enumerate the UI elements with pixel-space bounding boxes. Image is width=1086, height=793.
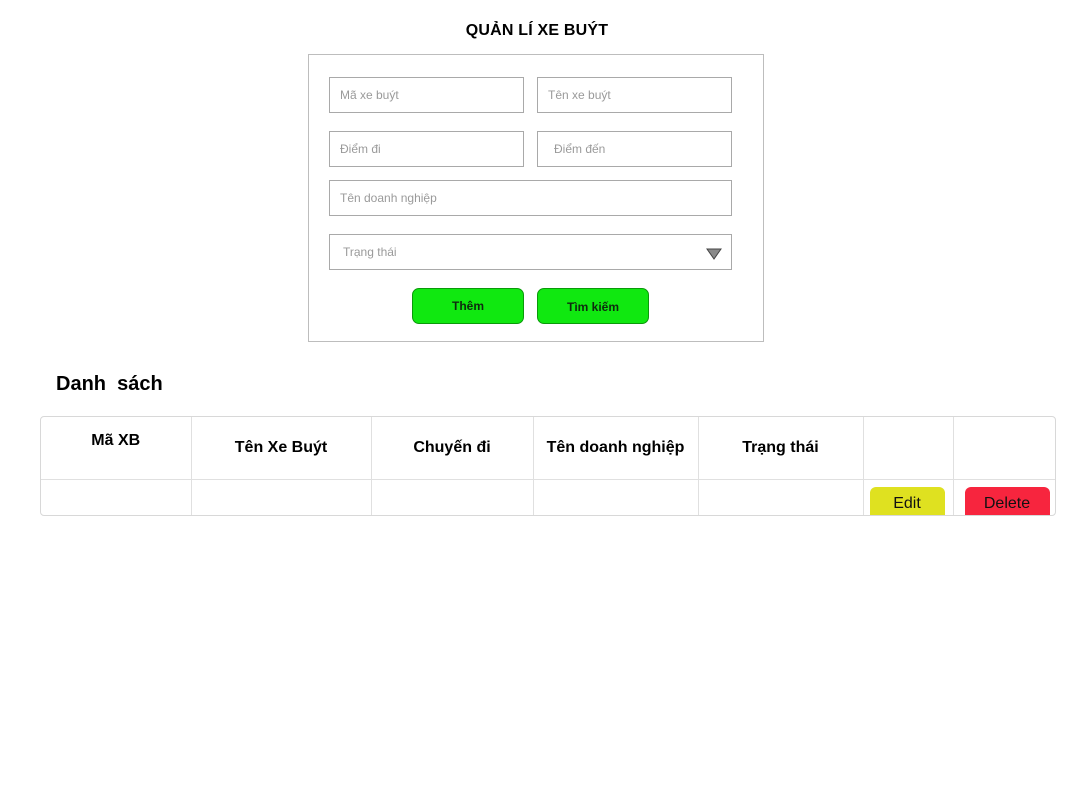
status-select[interactable]: Trạng thái [329, 234, 732, 270]
edit-button[interactable]: Edit [869, 487, 945, 515]
bus-table: Mã XB Tên Xe Buýt Chuyến đi Tên doanh ng… [40, 416, 1056, 516]
cell-edit-action: Edit [862, 479, 954, 515]
origin-input[interactable] [329, 131, 524, 167]
delete-button[interactable]: Delete [964, 487, 1050, 515]
status-select-placeholder: Trạng thái [343, 245, 397, 259]
cell-company [532, 479, 699, 515]
bus-id-input[interactable] [329, 77, 524, 113]
cell-route [370, 479, 534, 515]
list-title: Danh sách [56, 373, 163, 395]
bus-form-panel: Trạng thái Thêm Tìm kiếm [308, 54, 764, 342]
column-header-delete [952, 417, 1055, 480]
company-name-input[interactable] [329, 180, 732, 216]
cell-bus-name [190, 479, 372, 515]
cell-delete-action: Delete [952, 479, 1055, 515]
column-header-bus-id: Mã XB [41, 417, 192, 480]
column-header-route: Chuyến đi [370, 417, 534, 480]
column-header-bus-name: Tên Xe Buýt [190, 417, 372, 480]
add-button[interactable]: Thêm [412, 288, 524, 324]
column-header-company: Tên doanh nghiệp [532, 417, 699, 480]
table-row: Edit Delete [41, 479, 1055, 515]
column-header-edit [862, 417, 954, 480]
search-button[interactable]: Tìm kiếm [537, 288, 649, 324]
page-title: QUẢN LÍ XE BUÝT [465, 22, 609, 39]
triangle-down-icon [706, 248, 722, 260]
table-header-row: Mã XB Tên Xe Buýt Chuyến đi Tên doanh ng… [41, 417, 1055, 480]
column-header-status: Trạng thái [697, 417, 864, 480]
cell-bus-id [41, 479, 192, 515]
destination-input[interactable] [537, 131, 732, 167]
cell-status [697, 479, 864, 515]
bus-name-input[interactable] [537, 77, 732, 113]
